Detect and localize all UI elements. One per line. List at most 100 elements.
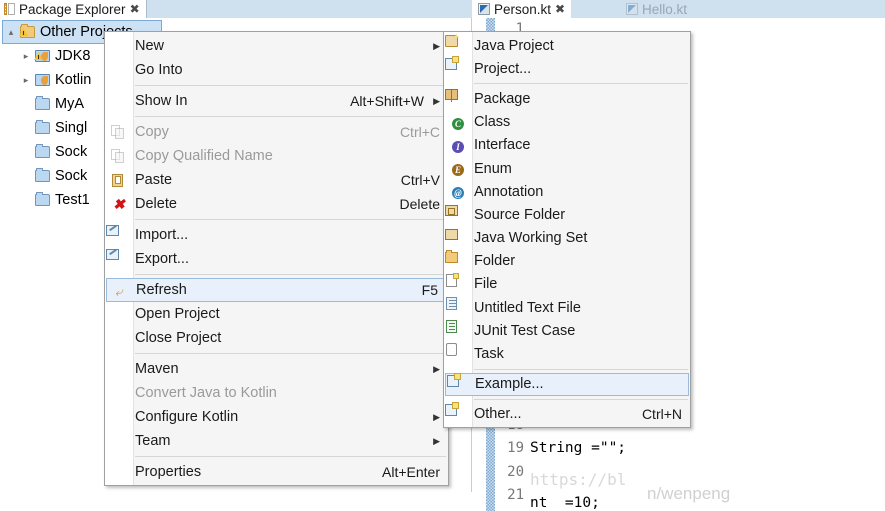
menu-item-label: Java Project	[474, 37, 554, 54]
twisty-icon[interactable]: ▸	[18, 51, 34, 62]
menu-item-label: Team	[135, 433, 171, 449]
twisty-icon[interactable]: ▸	[18, 75, 34, 86]
menu-item-label: Project...	[474, 60, 532, 77]
menu-item-label: Go Into	[135, 62, 183, 78]
menu-item-close-project[interactable]: Close Project	[105, 326, 448, 350]
chevron-right-icon: ▶	[433, 363, 440, 374]
tab-row-filler	[160, 0, 472, 18]
submenu-item-untitled-text-file[interactable]: Untitled Text File	[444, 296, 690, 319]
submenu-item-project[interactable]: Project...	[444, 56, 690, 80]
submenu-item-task[interactable]: Task	[444, 342, 690, 365]
submenu-item-source-folder[interactable]: Source Folder	[444, 203, 690, 226]
menu-item-label: Configure Kotlin	[135, 409, 239, 425]
menu-separator	[474, 368, 688, 370]
menu-item-label: Example...	[475, 376, 544, 393]
menu-item-label: Source Folder	[474, 206, 566, 223]
menu-item-label: Copy Qualified Name	[135, 148, 273, 164]
menu-item-accelerator: Alt+Shift+W	[350, 93, 424, 109]
folder-new-icon	[445, 249, 458, 263]
chevron-right-icon: ▶	[433, 95, 440, 106]
menu-item-label: Enum	[474, 160, 512, 177]
menu-item-label: Properties	[135, 464, 202, 480]
folder-icon	[34, 120, 52, 136]
menu-item-copy: Copy Ctrl+C	[105, 120, 448, 144]
folder-icon	[34, 144, 52, 160]
menu-separator	[135, 219, 446, 220]
menu-item-label: Maven	[135, 361, 179, 377]
submenu-item-annotation[interactable]: @ Annotation	[444, 180, 690, 203]
menu-item-label: Untitled Text File	[474, 299, 581, 316]
source-folder-new-icon	[445, 205, 458, 217]
menu-item-maven[interactable]: Maven ▶	[105, 357, 448, 381]
new-submenu[interactable]: Java Project Project... Package C Class …	[443, 31, 691, 428]
chevron-right-icon: ▶	[433, 435, 440, 446]
submenu-item-other[interactable]: Other... Ctrl+N	[444, 401, 690, 426]
menu-item-export[interactable]: Export...	[105, 247, 448, 271]
interface-new-icon: I	[450, 139, 466, 154]
context-menu[interactable]: New ▶ Go Into Show In Alt+Shift+W ▶ Copy…	[104, 31, 449, 486]
menu-item-label: JUnit Test Case	[474, 322, 576, 339]
code-line: nt =10;	[530, 495, 600, 511]
menu-item-configure-kotlin[interactable]: Configure Kotlin ▶	[105, 405, 448, 429]
folder-icon	[34, 192, 52, 208]
submenu-item-class[interactable]: C Class	[444, 111, 690, 134]
menu-separator	[474, 83, 688, 85]
submenu-item-enum[interactable]: E Enum	[444, 157, 690, 180]
submenu-item-package[interactable]: Package	[444, 87, 690, 110]
submenu-item-folder[interactable]: Folder	[444, 249, 690, 273]
menu-item-label: Close Project	[135, 330, 222, 346]
menu-item-refresh[interactable]: ⤶ Refresh F5	[106, 278, 447, 302]
menu-item-label: Import...	[135, 227, 189, 243]
submenu-item-java-working-set[interactable]: Java Working Set	[444, 227, 690, 250]
menu-item-team[interactable]: Team ▶	[105, 429, 448, 453]
menu-item-copy-qualified-name: Copy Qualified Name	[105, 144, 448, 168]
java-project-new-icon	[445, 35, 458, 47]
refresh-icon: ⤶	[115, 284, 123, 299]
editor-tab-row: Person.kt ✖ Hello.kt	[472, 0, 885, 18]
menu-item-paste[interactable]: Paste Ctrl+V	[105, 168, 448, 192]
menu-separator	[135, 353, 446, 354]
menu-item-new[interactable]: New ▶	[105, 34, 448, 58]
annotation-new-icon: @	[450, 185, 466, 200]
menu-item-delete[interactable]: ✖ Delete Delete	[105, 192, 448, 216]
menu-item-open-project[interactable]: Open Project	[105, 302, 448, 326]
tab-person-kt[interactable]: Person.kt ✖	[472, 0, 572, 18]
line-number: 21	[507, 486, 524, 503]
submenu-item-junit-test-case[interactable]: JUnit Test Case	[444, 319, 690, 342]
menu-separator	[135, 274, 446, 275]
submenu-item-example[interactable]: Example...	[445, 372, 689, 396]
tree-item-label: Singl	[55, 120, 88, 136]
menu-item-import[interactable]: Import...	[105, 223, 448, 247]
menu-item-label: Copy	[135, 124, 169, 140]
other-new-icon	[445, 401, 459, 416]
menu-item-label: Paste	[135, 172, 173, 188]
menu-item-go-into[interactable]: Go Into	[105, 58, 448, 82]
chevron-right-icon: ▶	[433, 411, 440, 422]
submenu-item-file[interactable]: File	[444, 272, 690, 296]
twisty-icon[interactable]: ▴	[3, 27, 19, 38]
menu-item-label: Open Project	[135, 306, 220, 322]
menu-item-label: New	[135, 38, 165, 54]
menu-item-label: File	[474, 276, 498, 293]
java-project-icon	[34, 72, 52, 88]
menu-item-label: Package	[474, 90, 531, 107]
submenu-item-interface[interactable]: I Interface	[444, 134, 690, 157]
close-icon[interactable]: ✖	[555, 3, 565, 15]
menu-item-accelerator: Alt+Enter	[382, 464, 440, 480]
code-line: String ="";	[530, 440, 627, 457]
menu-item-properties[interactable]: Properties Alt+Enter	[105, 460, 448, 484]
tab-hello-kt[interactable]: Hello.kt	[620, 0, 694, 18]
submenu-item-java-project[interactable]: Java Project	[444, 34, 690, 57]
menu-item-show-in[interactable]: Show In Alt+Shift+W ▶	[105, 89, 448, 113]
task-new-icon	[446, 343, 457, 357]
java-project-warning-icon	[34, 48, 52, 64]
tab-package-explorer[interactable]: Package Explorer ✖	[0, 0, 147, 18]
java-working-set-icon	[445, 228, 458, 240]
menu-item-label: Folder	[474, 253, 516, 270]
menu-separator	[474, 398, 688, 400]
menu-item-accelerator: Ctrl+C	[399, 124, 440, 140]
menu-separator	[135, 456, 446, 457]
menu-item-label: Delete	[135, 196, 177, 212]
close-icon[interactable]: ✖	[130, 3, 140, 15]
menu-item-accelerator: F5	[421, 282, 438, 298]
